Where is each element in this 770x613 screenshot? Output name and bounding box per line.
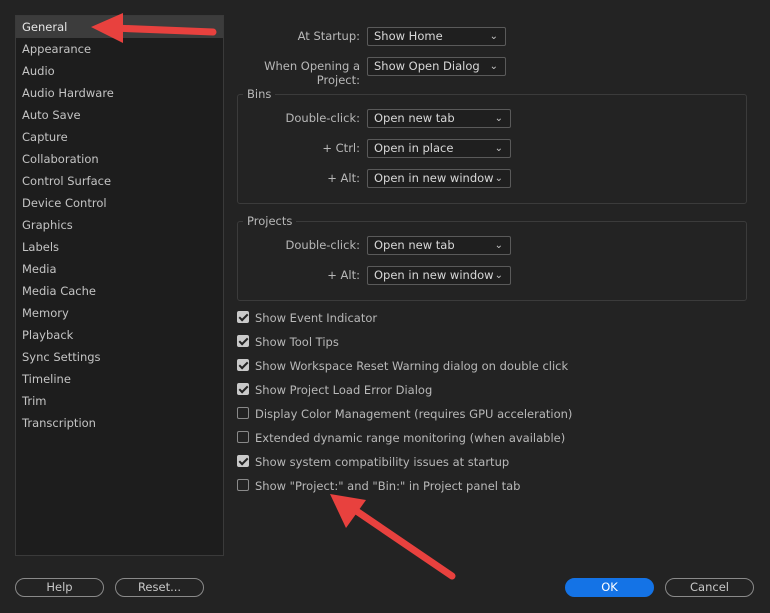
bins-group-title: Bins	[243, 87, 276, 101]
when-opening-label: When Opening a Project:	[264, 59, 360, 87]
sidebar-item-control-surface[interactable]: Control Surface	[16, 170, 223, 192]
checkbox-icon[interactable]	[237, 407, 249, 419]
checkbox-label: Show Tool Tips	[255, 335, 339, 349]
projects-double-click-label: Double-click:	[285, 238, 360, 252]
checkbox-label: Show Workspace Reset Warning dialog on d…	[255, 359, 569, 373]
checkbox-label: Show Event Indicator	[255, 311, 378, 325]
at-startup-dropdown[interactable]: Show Home ⌄	[367, 27, 506, 46]
checkbox-icon[interactable]	[237, 479, 249, 491]
projects-group-title: Projects	[243, 214, 297, 228]
sidebar-item-device-control[interactable]: Device Control	[16, 192, 223, 214]
chevron-down-icon: ⌄	[489, 31, 498, 42]
projects-alt-dropdown[interactable]: Open in new window ⌄	[367, 266, 511, 285]
sidebar-item-audio[interactable]: Audio	[16, 60, 223, 82]
checkbox-icon[interactable]	[237, 311, 249, 323]
checkbox-icon[interactable]	[237, 455, 249, 467]
chevron-down-icon: ⌄	[494, 113, 503, 124]
reset-button[interactable]: Reset...	[115, 578, 204, 597]
sidebar-item-media[interactable]: Media	[16, 258, 223, 280]
bins-ctrl-label: + Ctrl:	[322, 141, 360, 155]
checkbox-label: Show system compatibility issues at star…	[255, 455, 510, 469]
cancel-button[interactable]: Cancel	[665, 578, 754, 597]
bins-double-click-label: Double-click:	[285, 111, 360, 125]
checkbox-icon[interactable]	[237, 335, 249, 347]
sidebar-item-audio-hardware[interactable]: Audio Hardware	[16, 82, 223, 104]
projects-double-click-dropdown[interactable]: Open new tab ⌄	[367, 236, 511, 255]
checkbox-icon[interactable]	[237, 383, 249, 395]
checkbox-icon[interactable]	[237, 359, 249, 371]
projects-double-click-value: Open new tab	[374, 238, 455, 252]
chevron-down-icon: ⌄	[494, 240, 503, 251]
bins-alt-label: + Alt:	[327, 171, 360, 185]
sidebar-item-auto-save[interactable]: Auto Save	[16, 104, 223, 126]
sidebar-item-trim[interactable]: Trim	[16, 390, 223, 412]
chevron-down-icon: ⌄	[494, 173, 503, 184]
annotation-arrow-icon	[330, 494, 456, 580]
sidebar-item-labels[interactable]: Labels	[16, 236, 223, 258]
ok-button[interactable]: OK	[565, 578, 654, 597]
bins-double-click-dropdown[interactable]: Open new tab ⌄	[367, 109, 511, 128]
projects-group	[237, 221, 747, 301]
chevron-down-icon: ⌄	[494, 270, 503, 281]
sidebar-item-collaboration[interactable]: Collaboration	[16, 148, 223, 170]
chevron-down-icon: ⌄	[489, 61, 498, 72]
help-button[interactable]: Help	[15, 578, 104, 597]
sidebar-item-graphics[interactable]: Graphics	[16, 214, 223, 236]
sidebar-item-sync-settings[interactable]: Sync Settings	[16, 346, 223, 368]
annotation-arrow-icon	[91, 13, 217, 43]
at-startup-label: At Startup:	[297, 29, 360, 43]
projects-alt-value: Open in new window	[374, 268, 494, 282]
when-opening-value: Show Open Dialog	[374, 59, 480, 73]
bins-alt-value: Open in new window	[374, 171, 494, 185]
sidebar-item-timeline[interactable]: Timeline	[16, 368, 223, 390]
bins-alt-dropdown[interactable]: Open in new window ⌄	[367, 169, 511, 188]
projects-alt-label: + Alt:	[327, 268, 360, 282]
sidebar-item-capture[interactable]: Capture	[16, 126, 223, 148]
sidebar-item-memory[interactable]: Memory	[16, 302, 223, 324]
sidebar-item-media-cache[interactable]: Media Cache	[16, 280, 223, 302]
checkbox-label: Display Color Management (requires GPU a…	[255, 407, 573, 421]
bins-double-click-value: Open new tab	[374, 111, 455, 125]
bins-ctrl-dropdown[interactable]: Open in place ⌄	[367, 139, 511, 158]
bins-ctrl-value: Open in place	[374, 141, 454, 155]
chevron-down-icon: ⌄	[494, 143, 503, 154]
checkbox-icon[interactable]	[237, 431, 249, 443]
when-opening-dropdown[interactable]: Show Open Dialog ⌄	[367, 57, 506, 76]
checkbox-label: Extended dynamic range monitoring (when …	[255, 431, 566, 445]
sidebar-item-playback[interactable]: Playback	[16, 324, 223, 346]
checkbox-label: Show Project Load Error Dialog	[255, 383, 433, 397]
at-startup-value: Show Home	[374, 29, 443, 43]
preferences-category-list: General Appearance Audio Audio Hardware …	[15, 15, 224, 556]
sidebar-item-transcription[interactable]: Transcription	[16, 412, 223, 434]
